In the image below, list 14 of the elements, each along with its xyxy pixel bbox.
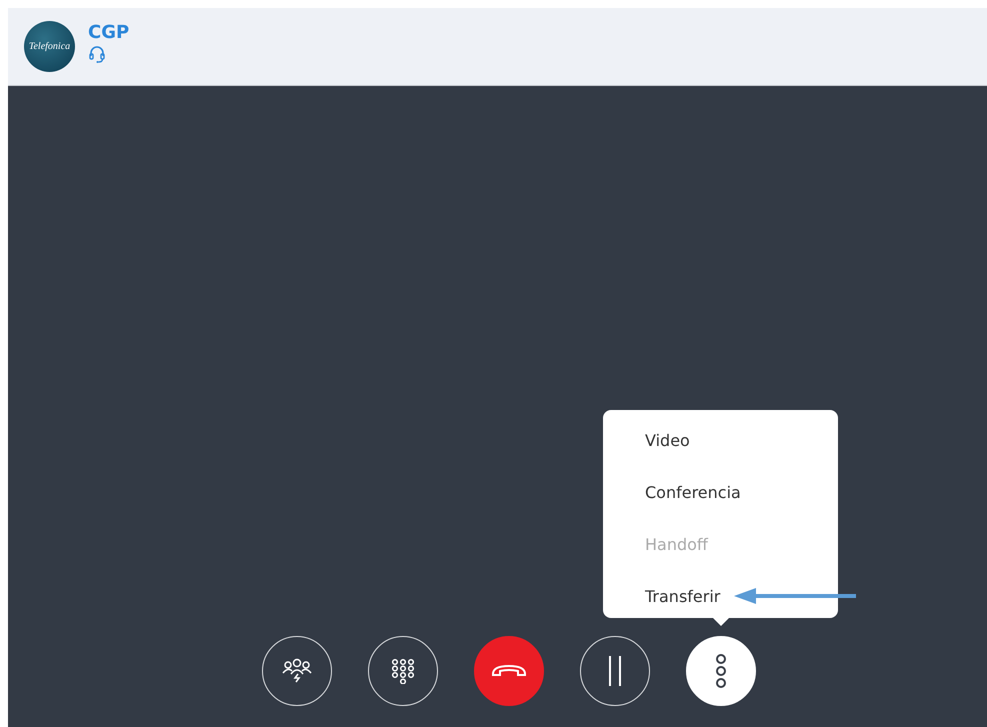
headset-icon	[88, 45, 106, 63]
more-icon	[715, 654, 727, 688]
hold-button[interactable]	[580, 636, 650, 706]
menu-item[interactable]: Conferencia	[603, 466, 749, 518]
phone-hang-up-icon	[491, 664, 527, 678]
contact-name: CGP	[88, 22, 130, 43]
dialpad-button[interactable]	[368, 636, 438, 706]
menu-item[interactable]: Video	[603, 414, 698, 466]
logo-text: Telefonica	[28, 41, 70, 52]
people-icon	[281, 658, 313, 684]
participants-button[interactable]	[262, 636, 332, 706]
dialpad-icon	[391, 658, 415, 684]
menu-item[interactable]: Transferir	[603, 570, 728, 622]
pause-icon	[607, 655, 623, 687]
